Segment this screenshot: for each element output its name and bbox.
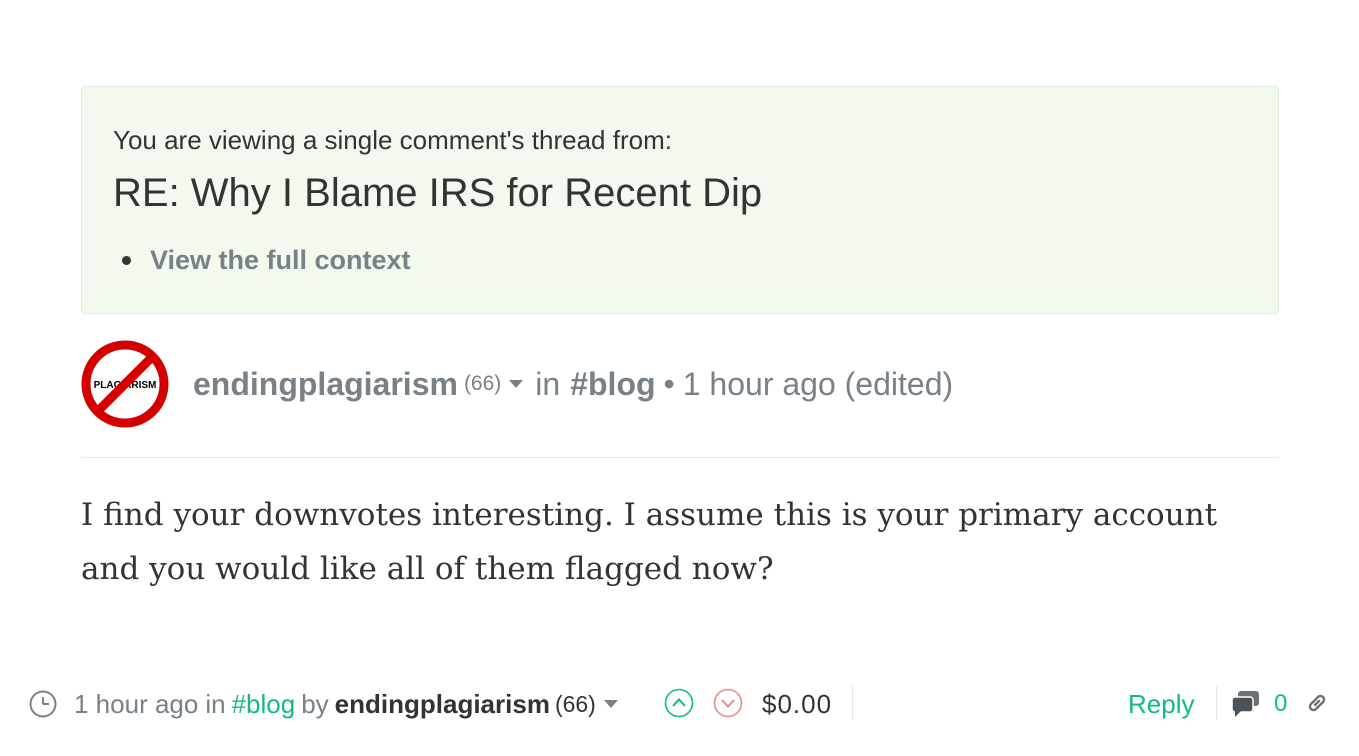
separator: •: [663, 365, 675, 402]
bullet: [122, 256, 131, 265]
post-footer: 1 hour ago in #blog by endingplagiarism …: [28, 684, 1338, 724]
downvote-icon[interactable]: [713, 688, 743, 718]
footer-meta: 1 hour ago in #blog by endingplagiarism …: [28, 684, 618, 724]
caret-down-icon[interactable]: [509, 380, 524, 388]
payout-value[interactable]: $0.00: [762, 684, 832, 724]
footer-separator: [1216, 686, 1217, 720]
post-header: PLAGIARISM endingplagiarism (66) in #blo…: [81, 339, 1279, 429]
author-line: endingplagiarism (66) in #blog • 1 hour …: [193, 366, 953, 403]
avatar-image: PLAGIARISM: [81, 340, 169, 428]
avatar[interactable]: PLAGIARISM: [81, 340, 169, 428]
author-name[interactable]: endingplagiarism: [193, 366, 458, 403]
reply-button[interactable]: Reply: [1128, 684, 1194, 724]
upvote-icon[interactable]: [664, 688, 694, 718]
clock-icon: [29, 690, 57, 718]
comment-body: I find your downvotes interesting. I ass…: [81, 497, 1218, 587]
footer-tag[interactable]: #blog: [232, 689, 296, 720]
in-label: in: [535, 365, 561, 402]
footer-separator: [852, 686, 853, 720]
view-full-context-link[interactable]: View the full context: [150, 245, 411, 276]
footer-time[interactable]: 1 hour ago: [74, 689, 198, 720]
context-intro: You are viewing a single comment's threa…: [113, 125, 672, 155]
divider: [81, 457, 1279, 458]
footer-reputation: (66): [554, 690, 596, 717]
footer-author[interactable]: endingplagiarism: [335, 689, 550, 720]
footer-by-label: by: [301, 688, 329, 719]
caret-down-icon[interactable]: [603, 700, 618, 708]
context-list: View the full context: [122, 245, 411, 276]
author-reputation: (66): [463, 372, 502, 395]
footer-in-label: in: [205, 688, 226, 719]
comments-count[interactable]: 0: [1274, 684, 1287, 724]
post-time[interactable]: 1 hour ago (edited): [683, 366, 953, 403]
comments-icon[interactable]: [1230, 688, 1262, 720]
link-icon[interactable]: [1304, 690, 1330, 716]
context-title: RE: Why I Blame IRS for Recent Dip: [113, 171, 763, 215]
thread-context-box: You are viewing a single comment's threa…: [81, 86, 1279, 314]
post-tag[interactable]: #blog: [570, 366, 655, 403]
